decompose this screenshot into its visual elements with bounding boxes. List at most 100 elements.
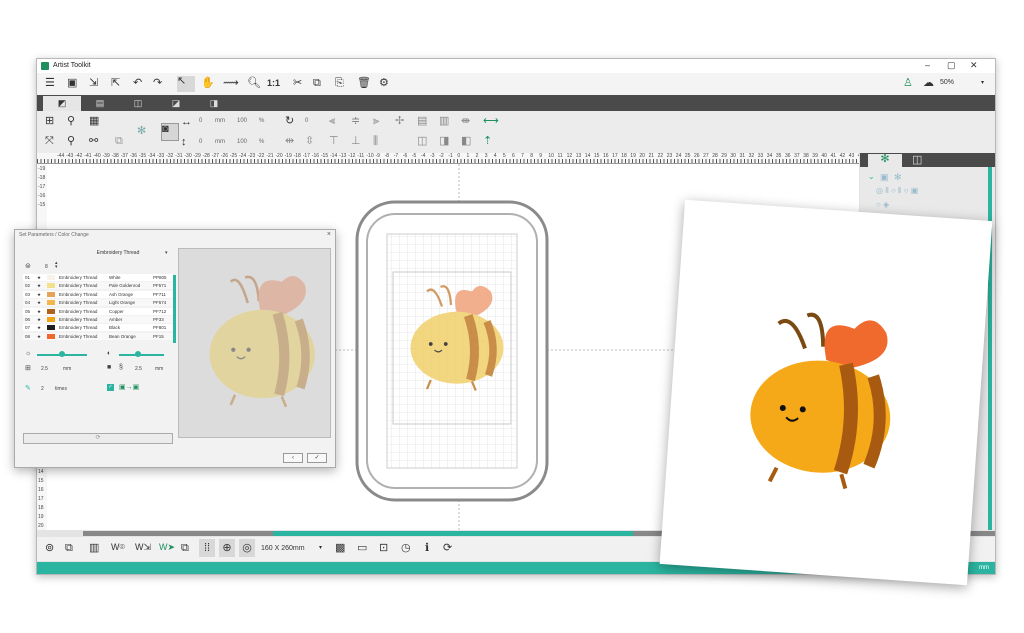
- thread-row[interactable]: 06 ★ Embroidery Thread Amber PF33: [23, 316, 173, 323]
- copy-design-icon[interactable]: ⧉: [181, 543, 189, 554]
- tab-lettering[interactable]: ◪: [157, 96, 195, 111]
- close-button[interactable]: ✕: [970, 60, 978, 71]
- stitch-view-icon[interactable]: ⧉: [65, 543, 73, 554]
- sewing-sim-icon[interactable]: ⊡: [379, 543, 388, 554]
- brightness-slider-thumb[interactable]: [59, 351, 65, 357]
- fill-icon[interactable]: ▣: [880, 173, 889, 182]
- info-icon[interactable]: ℹ: [425, 543, 429, 554]
- wifi-connect-icon[interactable]: W➤: [159, 543, 175, 552]
- stitch-value[interactable]: 2.5: [135, 366, 142, 372]
- width-value[interactable]: 0: [199, 118, 202, 124]
- times-value[interactable]: 2: [41, 386, 44, 392]
- motif-icon[interactable]: ○ ◈: [876, 201, 889, 209]
- thread-row[interactable]: 08 ★ Embroidery Thread Bean Orange PF15: [23, 332, 173, 340]
- satin-icon[interactable]: ✻: [894, 173, 902, 182]
- distribute-icon[interactable]: ⫼: [373, 136, 378, 147]
- paste-icon[interactable]: ⎘: [335, 78, 344, 89]
- cut-icon[interactable]: ✂: [293, 78, 302, 89]
- hoop-toggle-icon[interactable]: ◎: [239, 539, 255, 557]
- width-percent[interactable]: 100: [237, 118, 247, 124]
- pattern-icon[interactable]: ▩: [335, 543, 345, 554]
- hoop-size-select[interactable]: 160 X 260mm: [261, 545, 305, 552]
- star-icon[interactable]: ★: [37, 274, 41, 281]
- star-icon[interactable]: ★: [37, 291, 41, 298]
- redo-icon[interactable]: ↷: [153, 78, 162, 89]
- wifi-receive-icon[interactable]: W⇲: [135, 543, 151, 552]
- height-percent[interactable]: 100: [237, 139, 247, 145]
- tab-stitch[interactable]: ◫: [119, 96, 157, 111]
- contrast-slider-thumb[interactable]: [135, 351, 141, 357]
- split-icon[interactable]: ◨: [439, 136, 449, 147]
- barcode-icon[interactable]: ▥: [89, 543, 99, 554]
- order-icon[interactable]: ◧: [461, 136, 471, 147]
- spacing-icon[interactable]: ⟷: [483, 116, 499, 127]
- export-icon[interactable]: ⇱: [111, 78, 120, 89]
- save-icon[interactable]: ▣: [67, 78, 77, 89]
- refresh-icon[interactable]: ⟳: [443, 543, 452, 554]
- zoom-level[interactable]: 50%: [940, 79, 954, 86]
- thread-swatch[interactable]: [47, 283, 55, 289]
- order-back-icon[interactable]: ▥: [439, 116, 449, 127]
- rotate-icon[interactable]: ↻: [285, 116, 294, 127]
- star-icon[interactable]: ★: [37, 324, 41, 331]
- thread-row[interactable]: 05 ★ Embroidery Thread Copper PF712: [23, 307, 173, 315]
- thread-swatch[interactable]: [47, 291, 55, 297]
- convert-checkbox[interactable]: ✓: [107, 384, 114, 391]
- pan-icon[interactable]: ✋: [201, 78, 215, 89]
- zoom-icon[interactable]: 🔍︎: [247, 78, 261, 89]
- thread-swatch[interactable]: [47, 300, 55, 306]
- sequence-icon[interactable]: ⇡: [483, 136, 492, 147]
- grid-tool-icon[interactable]: ⊞: [45, 116, 54, 127]
- import-icon[interactable]: ⇲: [89, 78, 98, 89]
- contrast-slider[interactable]: [119, 354, 164, 356]
- actual-size-button[interactable]: 1:1: [267, 79, 280, 88]
- star-icon[interactable]: ★: [37, 282, 41, 289]
- hoop-icon[interactable]: ⊚: [45, 543, 54, 554]
- thread-swatch[interactable]: [47, 333, 55, 339]
- tab-view[interactable]: ◨: [195, 96, 233, 111]
- back-button[interactable]: ‹: [283, 453, 303, 463]
- copy-icon[interactable]: ⧉: [313, 78, 321, 89]
- thread-list-scrollbar[interactable]: [173, 275, 176, 343]
- wifi-send-icon[interactable]: W⌾: [111, 543, 125, 552]
- hoop-size-dropdown-icon[interactable]: ▾: [319, 545, 322, 551]
- minimize-button[interactable]: –: [925, 60, 930, 70]
- maximize-button[interactable]: ▢: [947, 60, 956, 71]
- color-count[interactable]: 8: [45, 264, 48, 270]
- star-icon[interactable]: ★: [37, 299, 41, 306]
- stitch-panel-tab[interactable]: ✻: [868, 154, 902, 167]
- star-icon[interactable]: ★: [37, 333, 41, 340]
- spacing-value[interactable]: 2.5: [41, 366, 48, 372]
- apply-button[interactable]: ⟳: [23, 433, 173, 444]
- align-center-icon[interactable]: ≑: [351, 116, 360, 127]
- find-icon[interactable]: ⚲: [67, 116, 75, 127]
- book-icon[interactable]: ▭: [357, 543, 367, 554]
- order-front-icon[interactable]: ▤: [417, 116, 427, 127]
- settings-icon[interactable]: ⚙: [379, 78, 389, 89]
- delete-icon[interactable]: 🗑︎: [357, 78, 371, 89]
- combine-icon[interactable]: ◫: [417, 136, 427, 147]
- thread-swatch[interactable]: [47, 317, 55, 322]
- menu-icon[interactable]: ☰: [45, 78, 55, 89]
- align-right-icon[interactable]: ⫸: [373, 116, 379, 127]
- dialog-close-button[interactable]: ×: [327, 231, 331, 238]
- select-tool-icon[interactable]: ↖: [177, 76, 195, 92]
- thread-row[interactable]: 07 ★ Embroidery Thread Black PF801: [23, 324, 173, 332]
- ok-button[interactable]: ✓: [307, 453, 327, 463]
- thread-row[interactable]: 02 ★ Embroidery Thread Pale Goldenrod PF571: [23, 282, 173, 290]
- thread-row[interactable]: 04 ★ Embroidery Thread Light Orange PF574: [23, 299, 173, 307]
- object-select-icon[interactable]: ◙: [161, 123, 179, 141]
- align-middle-icon[interactable]: ⊥: [351, 136, 361, 147]
- zoom-dropdown-icon[interactable]: ▾: [981, 80, 984, 86]
- horizontal-scroll-thumb[interactable]: [273, 531, 633, 536]
- account-icon[interactable]: ♙: [903, 78, 913, 89]
- tab-image[interactable]: ▤: [81, 96, 119, 111]
- flip-v-icon[interactable]: ⇳: [305, 136, 314, 147]
- thread-type-select[interactable]: Embroidery Thread: [63, 250, 173, 258]
- group-icon[interactable]: ⧉: [115, 136, 123, 147]
- star-icon[interactable]: ★: [37, 316, 41, 323]
- grid-toggle-icon[interactable]: ⁞⁞: [199, 539, 215, 557]
- thread-swatch[interactable]: [47, 308, 55, 314]
- align-mid-icon[interactable]: ✢: [395, 116, 404, 127]
- frame-icon[interactable]: ▦: [89, 116, 99, 127]
